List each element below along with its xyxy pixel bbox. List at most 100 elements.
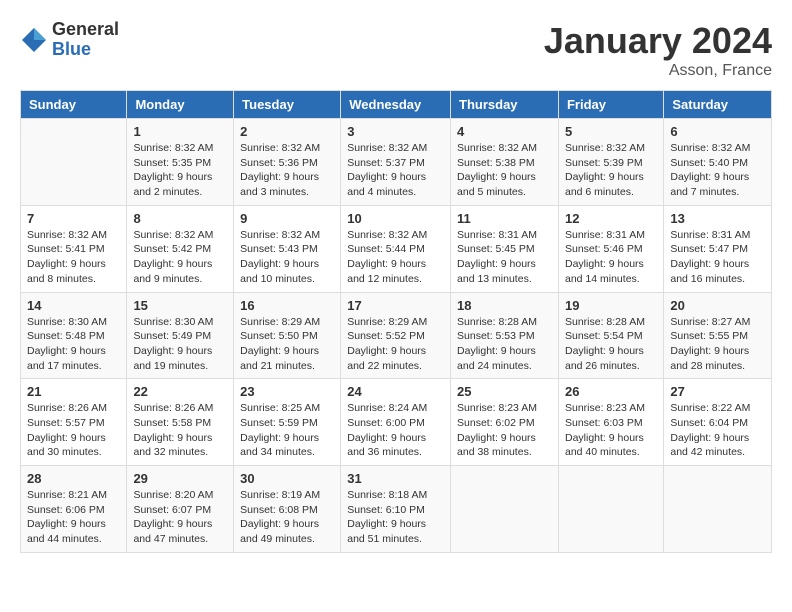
calendar-cell: 15Sunrise: 8:30 AMSunset: 5:49 PMDayligh…: [127, 292, 234, 379]
day-info: Sunrise: 8:28 AMSunset: 5:53 PMDaylight:…: [457, 315, 552, 374]
logo: General Blue: [20, 20, 119, 60]
location: Asson, France: [544, 62, 772, 80]
day-info: Sunrise: 8:32 AMSunset: 5:42 PMDaylight:…: [133, 228, 227, 287]
weekday-header-monday: Monday: [127, 91, 234, 119]
day-info: Sunrise: 8:26 AMSunset: 5:58 PMDaylight:…: [133, 401, 227, 460]
day-info: Sunrise: 8:32 AMSunset: 5:44 PMDaylight:…: [347, 228, 444, 287]
calendar-cell: 27 Sunrise: 8:22 AMSunset: 6:04 PMDayligh…: [664, 379, 772, 466]
day-info: Sunrise: 8:32 AMSunset: 5:37 PMDaylight:…: [347, 141, 444, 200]
calendar-cell: 29 Sunrise: 8:20 AMSunset: 6:07 PMDayligh…: [127, 466, 234, 553]
day-info: Sunrise: 8:32 AMSunset: 5:36 PMDaylight:…: [240, 141, 334, 200]
day-number: 27: [670, 384, 765, 399]
day-number: 18: [457, 298, 552, 313]
day-info: Sunrise: 8:30 AMSunset: 5:48 PMDaylight:…: [27, 315, 120, 374]
day-number: 4: [457, 124, 552, 139]
calendar-cell: [558, 466, 663, 553]
day-info: Sunrise: 8:29 AMSunset: 5:50 PMDaylight:…: [240, 315, 334, 374]
day-info: Sunrise: 8:32 AMSunset: 5:35 PMDaylight:…: [133, 141, 227, 200]
day-number: 19: [565, 298, 657, 313]
weekday-header-tuesday: Tuesday: [234, 91, 341, 119]
calendar-cell: 14Sunrise: 8:30 AMSunset: 5:48 PMDayligh…: [21, 292, 127, 379]
day-info: Sunrise: 8:22 AMSunset: 6:04 PMDaylight:…: [670, 401, 765, 460]
day-info: Sunrise: 8:30 AMSunset: 5:49 PMDaylight:…: [133, 315, 227, 374]
calendar-cell: 24Sunrise: 8:24 AMSunset: 6:00 PMDayligh…: [341, 379, 451, 466]
day-info: Sunrise: 8:32 AMSunset: 5:39 PMDaylight:…: [565, 141, 657, 200]
calendar-table: SundayMondayTuesdayWednesdayThursdayFrid…: [20, 90, 772, 553]
calendar-cell: 22 Sunrise: 8:26 AMSunset: 5:58 PMDayligh…: [127, 379, 234, 466]
calendar-cell: 30 Sunrise: 8:19 AMSunset: 6:08 PMDayligh…: [234, 466, 341, 553]
calendar-cell: 18 Sunrise: 8:28 AMSunset: 5:53 PMDayligh…: [451, 292, 559, 379]
calendar-cell: 9Sunrise: 8:32 AMSunset: 5:43 PMDaylight…: [234, 205, 341, 292]
day-number: 20: [670, 298, 765, 313]
logo-text: General Blue: [52, 20, 119, 60]
day-number: 31: [347, 471, 444, 486]
calendar-cell: 2Sunrise: 8:32 AMSunset: 5:36 PMDaylight…: [234, 119, 341, 206]
day-number: 29: [133, 471, 227, 486]
weekday-header-saturday: Saturday: [664, 91, 772, 119]
calendar-cell: 23 Sunrise: 8:25 AMSunset: 5:59 PMDayligh…: [234, 379, 341, 466]
day-number: 26: [565, 384, 657, 399]
day-number: 25: [457, 384, 552, 399]
calendar-cell: 3Sunrise: 8:32 AMSunset: 5:37 PMDaylight…: [341, 119, 451, 206]
day-number: 11: [457, 211, 552, 226]
day-number: 7: [27, 211, 120, 226]
day-info: Sunrise: 8:31 AMSunset: 5:46 PMDaylight:…: [565, 228, 657, 287]
day-info: Sunrise: 8:32 AMSunset: 5:38 PMDaylight:…: [457, 141, 552, 200]
calendar-cell: 4 Sunrise: 8:32 AMSunset: 5:38 PMDaylight…: [451, 119, 559, 206]
calendar-cell: 6Sunrise: 8:32 AMSunset: 5:40 PMDaylight…: [664, 119, 772, 206]
calendar-cell: 21 Sunrise: 8:26 AMSunset: 5:57 PMDayligh…: [21, 379, 127, 466]
logo-general: General: [52, 20, 119, 40]
day-number: 23: [240, 384, 334, 399]
calendar-cell: 1 Sunrise: 8:32 AMSunset: 5:35 PMDaylight…: [127, 119, 234, 206]
day-number: 1: [133, 124, 227, 139]
month-title: January 2024: [544, 20, 772, 62]
logo-blue: Blue: [52, 40, 119, 60]
day-info: Sunrise: 8:23 AMSunset: 6:03 PMDaylight:…: [565, 401, 657, 460]
day-info: Sunrise: 8:29 AMSunset: 5:52 PMDaylight:…: [347, 315, 444, 374]
page-header: General Blue January 2024 Asson, France: [20, 20, 772, 80]
calendar-cell: 31 Sunrise: 8:18 AMSunset: 6:10 PMDayligh…: [341, 466, 451, 553]
day-info: Sunrise: 8:32 AMSunset: 5:43 PMDaylight:…: [240, 228, 334, 287]
calendar-week-3: 14Sunrise: 8:30 AMSunset: 5:48 PMDayligh…: [21, 292, 772, 379]
calendar-week-5: 28Sunrise: 8:21 AMSunset: 6:06 PMDayligh…: [21, 466, 772, 553]
calendar-cell: [664, 466, 772, 553]
day-number: 24: [347, 384, 444, 399]
day-info: Sunrise: 8:23 AMSunset: 6:02 PMDaylight:…: [457, 401, 552, 460]
day-number: 28: [27, 471, 120, 486]
calendar-week-2: 7 Sunrise: 8:32 AMSunset: 5:41 PMDaylight…: [21, 205, 772, 292]
day-number: 13: [670, 211, 765, 226]
calendar-week-4: 21 Sunrise: 8:26 AMSunset: 5:57 PMDayligh…: [21, 379, 772, 466]
title-section: January 2024 Asson, France: [544, 20, 772, 80]
day-number: 10: [347, 211, 444, 226]
calendar-cell: 8Sunrise: 8:32 AMSunset: 5:42 PMDaylight…: [127, 205, 234, 292]
calendar-cell: 17 Sunrise: 8:29 AMSunset: 5:52 PMDayligh…: [341, 292, 451, 379]
calendar-cell: 26 Sunrise: 8:23 AMSunset: 6:03 PMDayligh…: [558, 379, 663, 466]
weekday-header-wednesday: Wednesday: [341, 91, 451, 119]
calendar-week-1: 1 Sunrise: 8:32 AMSunset: 5:35 PMDaylight…: [21, 119, 772, 206]
day-info: Sunrise: 8:32 AMSunset: 5:41 PMDaylight:…: [27, 228, 120, 287]
day-info: Sunrise: 8:28 AMSunset: 5:54 PMDaylight:…: [565, 315, 657, 374]
calendar-cell: 12 Sunrise: 8:31 AMSunset: 5:46 PMDayligh…: [558, 205, 663, 292]
calendar-cell: 28Sunrise: 8:21 AMSunset: 6:06 PMDayligh…: [21, 466, 127, 553]
weekday-header-sunday: Sunday: [21, 91, 127, 119]
calendar-cell: [451, 466, 559, 553]
day-info: Sunrise: 8:18 AMSunset: 6:10 PMDaylight:…: [347, 488, 444, 547]
day-number: 21: [27, 384, 120, 399]
day-number: 12: [565, 211, 657, 226]
day-number: 22: [133, 384, 227, 399]
weekday-header-friday: Friday: [558, 91, 663, 119]
day-number: 16: [240, 298, 334, 313]
day-info: Sunrise: 8:25 AMSunset: 5:59 PMDaylight:…: [240, 401, 334, 460]
day-number: 5: [565, 124, 657, 139]
weekday-header-row: SundayMondayTuesdayWednesdayThursdayFrid…: [21, 91, 772, 119]
calendar-cell: 11Sunrise: 8:31 AMSunset: 5:45 PMDayligh…: [451, 205, 559, 292]
calendar-cell: [21, 119, 127, 206]
day-info: Sunrise: 8:31 AMSunset: 5:47 PMDaylight:…: [670, 228, 765, 287]
calendar-cell: 16 Sunrise: 8:29 AMSunset: 5:50 PMDayligh…: [234, 292, 341, 379]
day-number: 30: [240, 471, 334, 486]
day-info: Sunrise: 8:20 AMSunset: 6:07 PMDaylight:…: [133, 488, 227, 547]
day-info: Sunrise: 8:26 AMSunset: 5:57 PMDaylight:…: [27, 401, 120, 460]
day-info: Sunrise: 8:19 AMSunset: 6:08 PMDaylight:…: [240, 488, 334, 547]
day-info: Sunrise: 8:27 AMSunset: 5:55 PMDaylight:…: [670, 315, 765, 374]
day-number: 17: [347, 298, 444, 313]
